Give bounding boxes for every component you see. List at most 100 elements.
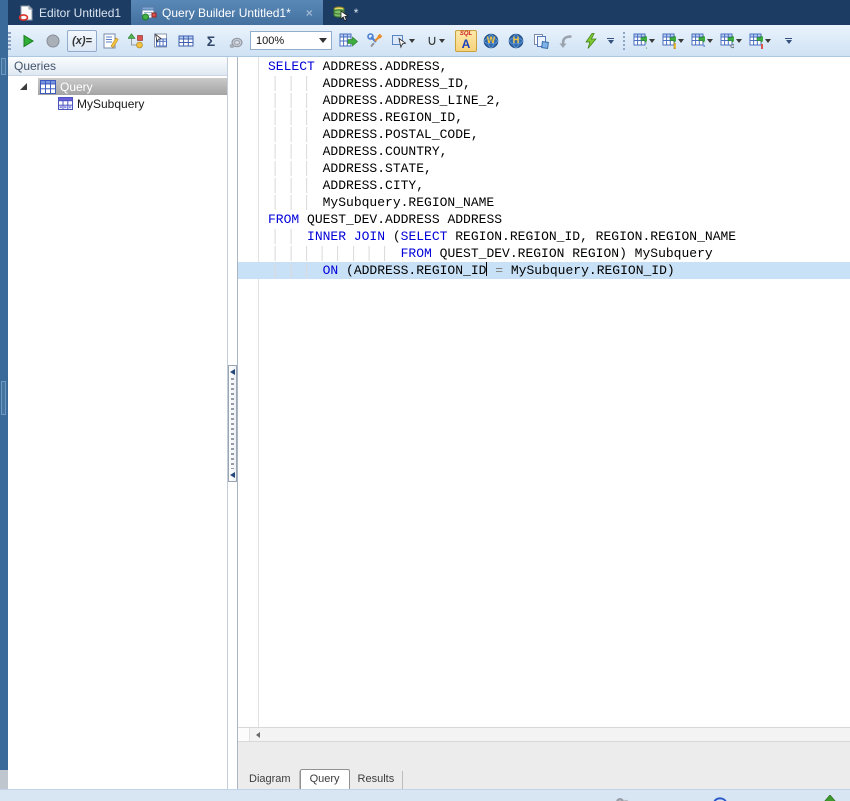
tab-editor-untitled1[interactable]: Editor Untitled1: [8, 0, 131, 25]
query-table-icon: [154, 33, 167, 47]
tab-close-icon[interactable]: ×: [306, 6, 313, 20]
code-segment-keyword: FROM: [400, 246, 432, 261]
variables-icon: (x)=: [72, 34, 92, 47]
tab-unsaved[interactable]: *: [323, 0, 369, 25]
toolbar-overflow-icon[interactable]: [605, 36, 616, 46]
dropdown-arrow-icon: [439, 38, 446, 43]
collapse-left-icon: [230, 369, 235, 375]
stop-button[interactable]: [42, 30, 64, 52]
zoom-value: 100%: [256, 34, 285, 47]
query-builder-toolbar: (x)= Σ 100% ∪ SQL A W H: [0, 25, 850, 57]
code-line[interactable]: ADDRESS.REGION_ID,: [238, 109, 850, 126]
query-grid-icon: [40, 79, 56, 94]
tree-item-label: MySubquery: [77, 96, 145, 111]
tree-item-label: Query: [60, 79, 93, 94]
indent-guides: [268, 144, 323, 159]
web-w-button[interactable]: W: [480, 30, 502, 52]
code-line[interactable]: MySubquery.REGION_NAME: [238, 194, 850, 211]
dropdown-arrow-icon: [707, 38, 713, 43]
query-builder-window: Editor Untitled1 Query Builder Untitled1…: [0, 0, 850, 801]
tab-results[interactable]: Results: [350, 771, 404, 789]
edit-query-button[interactable]: [100, 30, 122, 52]
export-chart-button[interactable]: [748, 30, 774, 52]
code-segment-plain: ADDRESS.ADDRESS_LINE_2,: [322, 93, 503, 108]
strip-grip-handle[interactable]: [1, 381, 6, 415]
code-lines: SELECT ADDRESS.ADDRESS, ADDRESS.ADDRESS_…: [238, 58, 850, 279]
totals-button[interactable]: Σ: [200, 30, 222, 52]
export-excel-button[interactable]: X: [632, 30, 658, 52]
select-mode-button[interactable]: [389, 30, 419, 52]
copy-button[interactable]: [530, 30, 552, 52]
dropdown-arrow-icon: [736, 38, 742, 43]
status-band: [238, 742, 850, 768]
docked-panel-strip[interactable]: [0, 0, 8, 789]
editor-document-icon: [18, 4, 34, 21]
indent-guides: [268, 110, 323, 125]
code-line-current[interactable]: ON (ADDRESS.REGION_ID = MySubquery.REGIO…: [238, 262, 850, 279]
tab-query[interactable]: Query: [299, 769, 350, 790]
code-segment-plain: ADDRESS.CITY,: [322, 178, 425, 193]
code-line[interactable]: ADDRESS.ADDRESS_ID,: [238, 75, 850, 92]
toolbar-overflow-icon[interactable]: [783, 36, 794, 46]
tab-diagram[interactable]: Diagram: [241, 771, 300, 789]
horizontal-scrollbar[interactable]: [238, 727, 850, 742]
query-table-button[interactable]: [150, 30, 172, 52]
export-run-button[interactable]: [661, 30, 687, 52]
tab-label: *: [353, 5, 359, 20]
tab-query-builder-untitled1[interactable]: Query Builder Untitled1* ×: [131, 0, 323, 25]
strip-grip-handle[interactable]: [1, 58, 6, 75]
syntax-check-button[interactable]: SQL A: [455, 29, 477, 52]
tools-button[interactable]: [364, 30, 386, 52]
auto-layout-button[interactable]: [225, 30, 247, 52]
expand-collapse-icon[interactable]: [19, 83, 27, 90]
code-segment-keyword: FROM: [268, 212, 300, 227]
send-to-editor-button[interactable]: [335, 30, 361, 52]
indent-guides: [268, 263, 323, 278]
strip-footer: [0, 770, 8, 789]
code-line[interactable]: FROM QUEST_DEV.ADDRESS ADDRESS: [238, 211, 850, 228]
stop-icon: [46, 34, 60, 47]
tree-item-query[interactable]: Query: [8, 78, 227, 95]
sql-code-view[interactable]: SELECT ADDRESS.ADDRESS, ADDRESS.ADDRESS_…: [238, 57, 850, 727]
code-line[interactable]: FROM QUEST_DEV.REGION REGION) MySubquery: [238, 245, 850, 262]
code-segment-keyword: ON: [322, 263, 339, 278]
code-line[interactable]: ADDRESS.POSTAL_CODE,: [238, 126, 850, 143]
tools-icon: [367, 32, 383, 47]
syntax-check-icon: SQL A: [459, 30, 473, 51]
paste-button[interactable]: [555, 30, 577, 52]
code-segment-plain: ADDRESS.ADDRESS_ID,: [322, 76, 471, 91]
scroll-left-button[interactable]: [250, 728, 266, 741]
web-h-icon: H: [508, 33, 524, 49]
code-segment-plain: ADDRESS.STATE,: [322, 161, 432, 176]
optimize-button[interactable]: [580, 30, 602, 52]
code-line[interactable]: ADDRESS.ADDRESS_LINE_2,: [238, 92, 850, 109]
code-line[interactable]: ADDRESS.COUNTRY,: [238, 143, 850, 160]
optimize-icon: [585, 32, 597, 49]
indent-guides: [268, 161, 323, 176]
union-button[interactable]: ∪: [422, 30, 452, 52]
code-line[interactable]: SELECT ADDRESS.ADDRESS,: [238, 58, 850, 75]
tab-label: Query Builder Untitled1*: [162, 5, 291, 20]
code-segment-plain: MySubquery.REGION_ID): [503, 263, 675, 278]
export-link-icon: [720, 33, 734, 48]
query-diagram-button[interactable]: [125, 30, 147, 52]
zoom-combobox[interactable]: 100%: [250, 31, 332, 50]
main-region: Queries Query MySubquery SELECT ADDRESS.…: [8, 57, 850, 790]
web-h-button[interactable]: H: [505, 30, 527, 52]
tree-item-mysubquery[interactable]: MySubquery: [8, 95, 227, 112]
code-segment-plain: (ADDRESS.REGION_ID: [338, 263, 487, 278]
indent-guides: [268, 229, 308, 244]
code-segment-keyword: SELECT: [400, 229, 448, 244]
splitter-collapse-handle[interactable]: [228, 365, 237, 482]
variables-button[interactable]: (x)=: [67, 29, 97, 52]
code-line[interactable]: ADDRESS.STATE,: [238, 160, 850, 177]
code-line[interactable]: INNER JOIN (SELECT REGION.REGION_ID, REG…: [238, 228, 850, 245]
web-w-icon: W: [483, 33, 499, 49]
export-excel-icon: X: [633, 33, 647, 49]
document-tabbar: Editor Untitled1 Query Builder Untitled1…: [0, 0, 850, 25]
run-button[interactable]: [17, 30, 39, 52]
export-link-button[interactable]: [719, 30, 745, 52]
code-line[interactable]: ADDRESS.CITY,: [238, 177, 850, 194]
criteria-grid-button[interactable]: [175, 30, 197, 52]
export-append-button[interactable]: +: [690, 30, 716, 52]
